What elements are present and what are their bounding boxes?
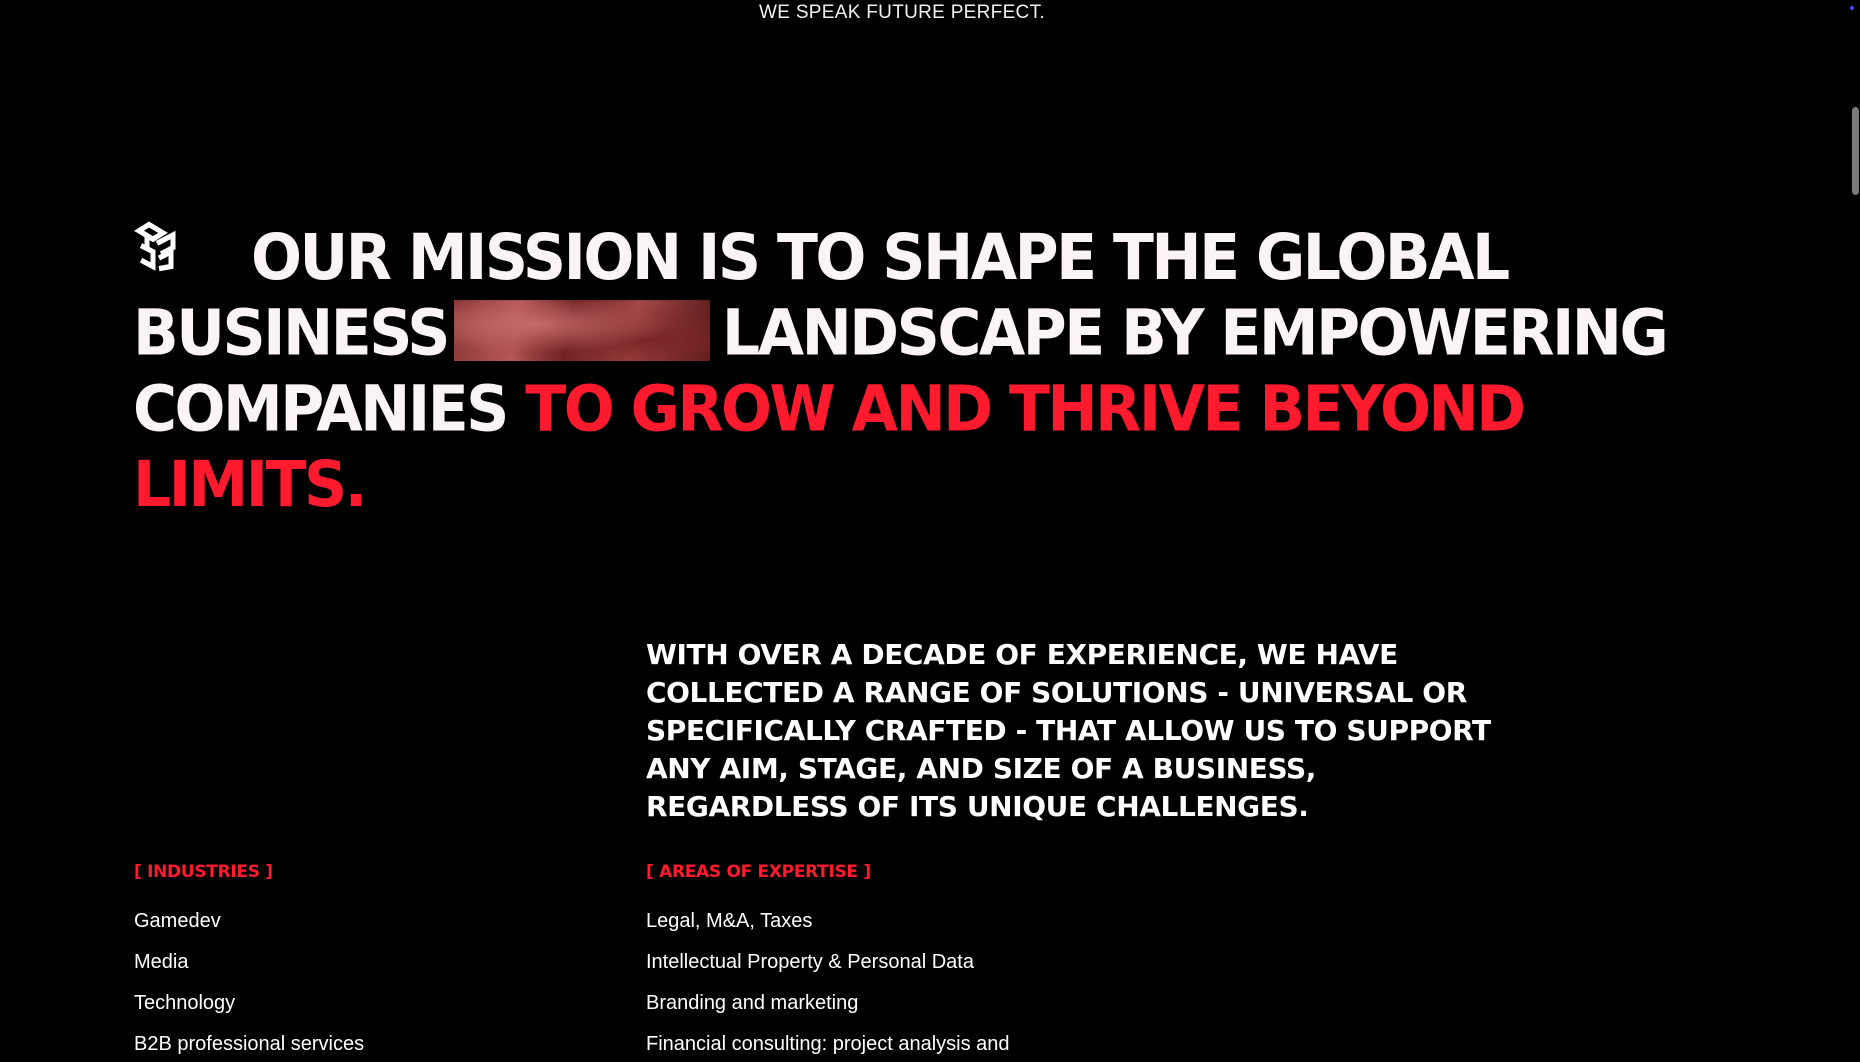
- intro-paragraph: WITH OVER A DECADE OF EXPERIENCE, WE HAV…: [646, 638, 1491, 823]
- scrollbar[interactable]: [1850, 0, 1860, 1062]
- status-dot: [1850, 6, 1854, 10]
- scrollbar-thumb[interactable]: [1852, 107, 1859, 195]
- industries-heading: [ INDUSTRIES ]: [134, 862, 273, 882]
- expertise-list: Legal, M&A, Taxes Intellectual Property …: [646, 905, 1010, 1062]
- expertise-item-financial: Financial consulting: project analysis a…: [646, 1033, 1010, 1055]
- tagline: WE SPEAK FUTURE PERFECT.: [759, 2, 1045, 23]
- mission-statement: OUR MISSION IS TO SHAPE THE GLOBAL BUSIN…: [133, 214, 1693, 523]
- inline-image: [453, 300, 710, 361]
- industry-item-technology: Technology: [134, 992, 236, 1014]
- expertise-heading: [ AREAS OF EXPERTISE ]: [646, 862, 871, 882]
- industries-list: Gamedev Media Technology B2B professiona…: [134, 905, 364, 1062]
- industry-item-gamedev: Gamedev: [134, 910, 221, 932]
- expertise-item-legal: Legal, M&A, Taxes: [646, 910, 813, 932]
- industry-item-b2b: B2B professional services: [134, 1033, 365, 1055]
- expertise-item-branding: Branding and marketing: [646, 992, 859, 1014]
- brand-logo-icon: [133, 214, 179, 272]
- expertise-item-ip: Intellectual Property & Personal Data: [646, 951, 974, 973]
- industry-item-media: Media: [134, 951, 189, 973]
